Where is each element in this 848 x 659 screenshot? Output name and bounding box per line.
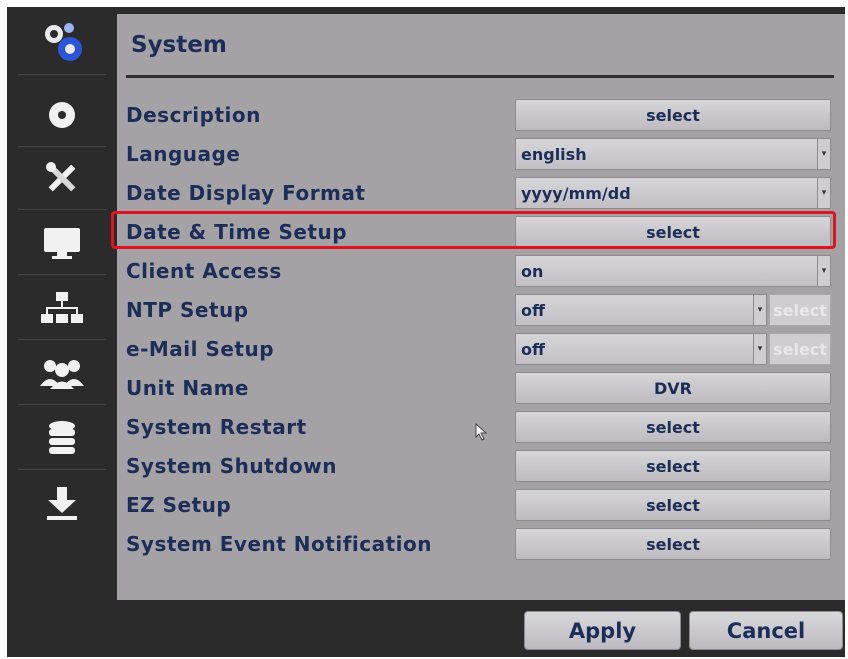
language-dropdown[interactable]: english ▾: [515, 138, 831, 170]
label-system-restart: System Restart: [126, 415, 307, 439]
client-access-dropdown[interactable]: on ▾: [515, 255, 831, 287]
monitor-icon: [44, 228, 80, 259]
label-date-display-format: Date Display Format: [126, 181, 366, 205]
system-settings-panel: System Description select Language engli…: [117, 14, 845, 600]
client-access-value: on: [521, 261, 544, 281]
page-title: System: [131, 32, 227, 58]
email-setup-value: off: [521, 339, 545, 359]
dropdown-arrow-icon[interactable]: ▾: [817, 139, 830, 169]
gears-icon: [45, 23, 82, 61]
ntp-setup-select-button: select: [769, 294, 831, 326]
label-system-shutdown: System Shutdown: [126, 454, 337, 478]
label-ntp-setup: NTP Setup: [126, 298, 249, 322]
label-description: Description: [126, 103, 261, 127]
email-setup-dropdown[interactable]: off ▾: [515, 333, 767, 365]
system-restart-select-button[interactable]: select: [515, 411, 831, 443]
title-divider: [126, 75, 834, 78]
download-icon: [47, 487, 77, 520]
label-language: Language: [126, 142, 241, 166]
description-select-button[interactable]: select: [515, 99, 831, 131]
sidebar-item-record[interactable]: [18, 84, 106, 147]
ntp-setup-value: off: [521, 300, 545, 320]
dropdown-arrow-icon[interactable]: ▾: [753, 334, 766, 364]
language-value: english: [521, 144, 587, 164]
disc-icon: [49, 102, 75, 128]
tools-icon: [46, 162, 76, 192]
mouse-cursor-icon: [475, 423, 488, 441]
system-shutdown-select-button[interactable]: select: [515, 450, 831, 482]
date-format-value: yyyy/mm/dd: [521, 183, 631, 203]
label-email-setup: e-Mail Setup: [126, 337, 275, 361]
sidebar-item-network[interactable]: [18, 277, 106, 340]
dropdown-arrow-icon[interactable]: ▾: [817, 178, 830, 208]
system-event-notification-select-button[interactable]: select: [515, 528, 831, 560]
dropdown-arrow-icon[interactable]: ▾: [817, 256, 830, 286]
unit-name-button[interactable]: DVR: [515, 372, 831, 404]
cancel-button[interactable]: Cancel: [689, 611, 843, 650]
network-icon: [41, 292, 83, 323]
database-icon: [49, 421, 75, 454]
label-unit-name: Unit Name: [126, 376, 249, 400]
sidebar-item-users[interactable]: [18, 342, 106, 405]
sidebar-item-system[interactable]: [18, 12, 106, 75]
label-system-event-notification: System Event Notification: [126, 532, 432, 556]
apply-button[interactable]: Apply: [524, 611, 681, 650]
label-client-access: Client Access: [126, 259, 282, 283]
sidebar-item-backup[interactable]: [18, 472, 106, 534]
email-setup-select-button: select: [769, 333, 831, 365]
sidebar-item-storage[interactable]: [18, 407, 106, 470]
dropdown-arrow-icon[interactable]: ▾: [753, 295, 766, 325]
sidebar-item-tools[interactable]: [18, 147, 106, 210]
sidebar: [10, 12, 114, 602]
ntp-setup-dropdown[interactable]: off ▾: [515, 294, 767, 326]
users-icon: [40, 360, 84, 389]
highlight-box: [111, 211, 836, 249]
ez-setup-select-button[interactable]: select: [515, 489, 831, 521]
sidebar-item-display[interactable]: [18, 212, 106, 275]
label-ez-setup: EZ Setup: [126, 493, 232, 517]
date-format-dropdown[interactable]: yyyy/mm/dd ▾: [515, 177, 831, 209]
